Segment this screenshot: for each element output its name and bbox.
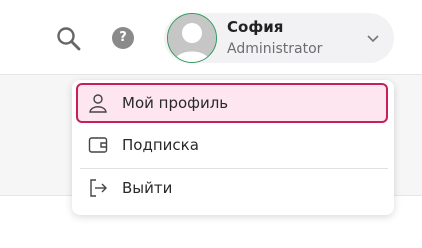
person-silhouette-icon [168, 14, 216, 62]
logout-icon [90, 179, 107, 197]
wallet-icon [88, 137, 108, 153]
user-menu-toggle[interactable]: София Administrator [164, 13, 394, 63]
search-icon[interactable] [56, 26, 82, 52]
menu-item-label: Подписка [122, 136, 199, 154]
help-icon[interactable]: ? [112, 27, 134, 49]
user-name: София [227, 18, 284, 36]
menu-item-my-profile[interactable]: Мой профиль [76, 83, 388, 123]
user-icon [89, 94, 107, 113]
user-dropdown-menu: Мой профиль Подписка Выйти [72, 80, 394, 215]
menu-item-logout[interactable]: Выйти [76, 169, 388, 209]
menu-item-label: Выйти [122, 179, 173, 197]
top-header: ? София Administrator [0, 0, 422, 75]
avatar [167, 13, 217, 63]
chevron-down-icon [367, 35, 379, 43]
menu-item-label: Мой профиль [122, 94, 229, 112]
menu-item-subscription[interactable]: Подписка [76, 126, 388, 166]
user-role: Administrator [227, 41, 323, 57]
